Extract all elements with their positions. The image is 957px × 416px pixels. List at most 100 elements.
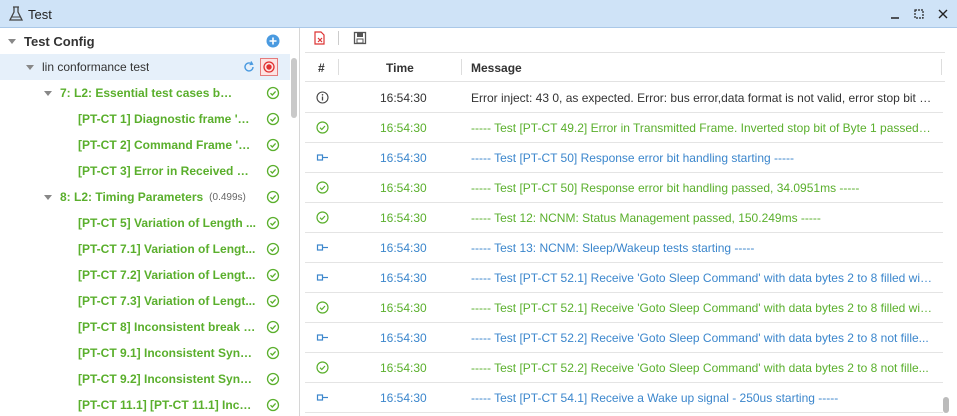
pass-check-icon: [266, 216, 280, 230]
tree-item-label: [PT-CT 8] Inconsistent break fi...: [78, 320, 256, 334]
pass-check-icon: [316, 181, 329, 194]
window-title: Test: [28, 7, 52, 22]
tree-item-group[interactable]: 8: L2: Timing Parameters (0.499s): [0, 184, 290, 210]
log-message: ----- Test [PT-CT 50] Response error bit…: [471, 181, 860, 195]
start-marker-icon: [316, 271, 329, 284]
pass-check-icon: [266, 346, 280, 360]
log-time: 16:54:30: [380, 121, 427, 135]
log-time: 16:54:30: [380, 91, 427, 105]
tree-scrollbar[interactable]: [291, 58, 297, 118]
tree-item-test[interactable]: [PT-CT 7.3] Variation of Lengt...: [0, 288, 290, 314]
title-bar: Test: [0, 0, 957, 28]
tree-item-label: [PT-CT 9.1] Inconsistent Sync ...: [78, 346, 256, 360]
stop-record-icon[interactable]: [260, 58, 278, 76]
tree-item-group[interactable]: 7: L2: Essential test cases before ...: [0, 80, 290, 106]
log-message: ----- Test [PT-CT 54.1] Receive a Wake u…: [471, 391, 839, 405]
log-scrollbar-thumb[interactable]: [943, 397, 949, 413]
toolbar-separator: [338, 31, 339, 45]
tree-item-label: 8: L2: Timing Parameters: [60, 190, 204, 204]
log-time: 16:54:30: [380, 391, 427, 405]
log-panel: # Time Message 16:54:30 Error inject: 43 …: [305, 28, 957, 416]
table-row[interactable]: 16:54:30 ----- Test [PT-CT 52.1] Receive …: [305, 293, 943, 323]
tree-item-sub[interactable]: lin conformance test: [0, 54, 290, 80]
tree-item-test[interactable]: [PT-CT 7.1] Variation of Lengt...: [0, 236, 290, 262]
tree-item-duration: (0.499s): [209, 191, 246, 203]
column-header-message[interactable]: Message: [471, 61, 522, 75]
tree-item-label: [PT-CT 7.3] Variation of Lengt...: [78, 294, 256, 308]
pass-check-icon: [266, 164, 280, 178]
table-row[interactable]: 16:54:30 ----- Test [PT-CT 49.2] Error in…: [305, 113, 943, 143]
tree-item-label: [PT-CT 11.1] [PT-CT 11.1] Inco...: [78, 398, 256, 412]
tree-item-label: 7: L2: Essential test cases before ...: [60, 86, 238, 100]
tree-item-label: [PT-CT 1] Diagnostic frame 'M...: [78, 112, 256, 126]
pass-check-icon: [266, 112, 280, 126]
start-marker-icon: [316, 331, 329, 344]
table-row[interactable]: 16:54:30 ----- Test [PT-CT 54.1] Receive …: [305, 383, 943, 413]
tree-item-test[interactable]: [PT-CT 9.2] Inconsistent Sync ...: [0, 366, 290, 392]
add-icon[interactable]: [266, 34, 280, 48]
info-icon: [316, 91, 329, 104]
column-header-time[interactable]: Time: [386, 61, 414, 75]
tree-item-label: [PT-CT 7.2] Variation of Lengt...: [78, 268, 256, 282]
table-row[interactable]: 16:54:30 ----- Test [PT-CT 52.2] Receive …: [305, 323, 943, 353]
save-icon[interactable]: [353, 31, 367, 45]
log-time: 16:54:30: [380, 271, 427, 285]
tree-item-label: Test Config: [24, 33, 95, 49]
table-row[interactable]: 16:54:30 ----- Test [PT-CT 50] Response e…: [305, 173, 943, 203]
log-message: Error inject: 43 0, as expected. Error: …: [471, 91, 933, 105]
pass-check-icon: [266, 398, 280, 412]
tree-item-label: [PT-CT 2] Command Frame 'S...: [78, 138, 256, 152]
close-icon: [938, 9, 948, 19]
refresh-icon[interactable]: [242, 60, 256, 74]
pass-check-icon: [316, 121, 329, 134]
tree-item-test[interactable]: [PT-CT 2] Command Frame 'S...: [0, 132, 290, 158]
log-message: ----- Test 12: NCNM: Status Management p…: [471, 211, 821, 225]
tree-item-test[interactable]: [PT-CT 1] Diagnostic frame 'M...: [0, 106, 290, 132]
flask-icon: [8, 6, 24, 21]
maximize-icon: [914, 9, 924, 19]
table-row[interactable]: 16:54:30 ----- Test [PT-CT 50] Response e…: [305, 143, 943, 173]
chevron-down-icon[interactable]: [8, 38, 16, 44]
column-header-number[interactable]: #: [318, 61, 325, 75]
log-time: 16:54:30: [380, 361, 427, 375]
table-row[interactable]: 16:54:30 ----- Test 12: NCNM: Status Mana…: [305, 203, 943, 233]
tree-item-test[interactable]: [PT-CT 11.1] [PT-CT 11.1] Inco...: [0, 392, 290, 416]
pass-check-icon: [266, 372, 280, 386]
pass-check-icon: [266, 190, 280, 204]
tree-item-label: [PT-CT 5] Variation of Length ...: [78, 216, 256, 230]
table-row[interactable]: 16:54:30 Error inject: 43 0, as expected.…: [305, 83, 943, 113]
tree-item-test[interactable]: [PT-CT 3] Error in Received Fr...: [0, 158, 290, 184]
log-message: ----- Test [PT-CT 52.1] Receive 'Goto Sl…: [471, 301, 933, 315]
chevron-down-icon[interactable]: [26, 64, 34, 70]
column-separator[interactable]: [941, 59, 942, 75]
tree-item-label: [PT-CT 3] Error in Received Fr...: [78, 164, 256, 178]
table-row[interactable]: 16:54:30 ----- Test [PT-CT 52.1] Receive …: [305, 263, 943, 293]
table-row[interactable]: 16:54:30 ----- Test [PT-CT 52.2] Receive …: [305, 353, 943, 383]
tree-item-test[interactable]: [PT-CT 5] Variation of Length ...: [0, 210, 290, 236]
chevron-down-icon[interactable]: [44, 90, 52, 96]
clear-log-icon[interactable]: [312, 31, 326, 45]
maximize-button[interactable]: [910, 5, 928, 23]
log-time: 16:54:30: [380, 211, 427, 225]
tree-item-label: lin conformance test: [42, 60, 150, 74]
log-table-header: # Time Message: [305, 52, 945, 82]
log-toolbar: [305, 28, 957, 48]
pass-check-icon: [316, 301, 329, 314]
column-separator[interactable]: [338, 59, 339, 75]
pass-check-icon: [266, 242, 280, 256]
close-button[interactable]: [934, 5, 952, 23]
pass-check-icon: [316, 211, 329, 224]
chevron-down-icon[interactable]: [44, 194, 52, 200]
tree-item-test[interactable]: [PT-CT 9.1] Inconsistent Sync ...: [0, 340, 290, 366]
tree-item-root[interactable]: Test Config: [0, 28, 290, 54]
tree-item-test[interactable]: [PT-CT 8] Inconsistent break fi...: [0, 314, 290, 340]
tree-item-label: [PT-CT 7.1] Variation of Lengt...: [78, 242, 256, 256]
log-message: ----- Test [PT-CT 52.2] Receive 'Goto Sl…: [471, 361, 929, 375]
log-message: ----- Test 13: NCNM: Sleep/Wakeup tests …: [471, 241, 755, 255]
table-row[interactable]: 16:54:30 ----- Test 13: NCNM: Sleep/Wakeu…: [305, 233, 943, 263]
tree-item-test[interactable]: [PT-CT 7.2] Variation of Lengt...: [0, 262, 290, 288]
minimize-button[interactable]: [886, 5, 904, 23]
pass-check-icon: [266, 86, 280, 100]
column-separator[interactable]: [461, 59, 462, 75]
log-message: ----- Test [PT-CT 52.2] Receive 'Goto Sl…: [471, 331, 929, 345]
